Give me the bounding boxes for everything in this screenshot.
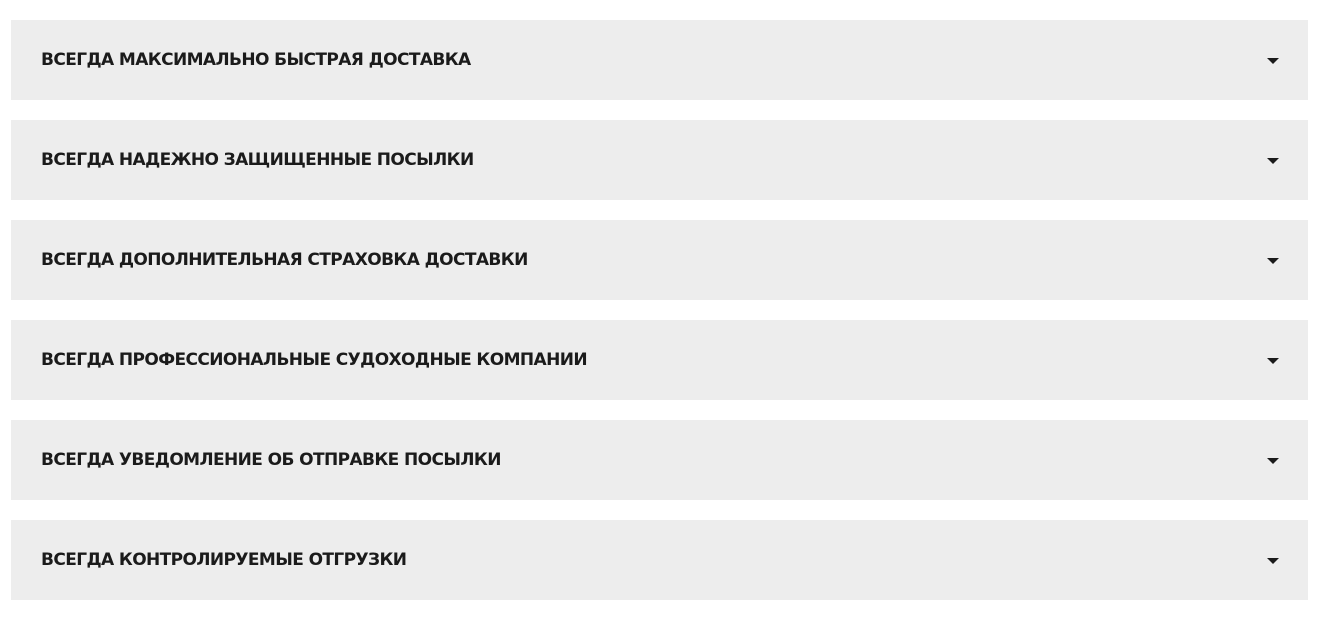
accordion-item-controlled-shipments[interactable]: ВСЕГДА КОНТРОЛИРУЕМЫЕ ОТГРУЗКИ <box>11 520 1308 600</box>
accordion-item-protected-parcels[interactable]: ВСЕГДА НАДЕЖНО ЗАЩИЩЕННЫЕ ПОСЫЛКИ <box>11 120 1308 200</box>
caret-down-icon[interactable] <box>1267 557 1279 564</box>
caret-down-icon[interactable] <box>1267 157 1279 164</box>
accordion-item-title: ВСЕГДА НАДЕЖНО ЗАЩИЩЕННЫЕ ПОСЫЛКИ <box>41 150 474 170</box>
accordion-item-title: ВСЕГДА КОНТРОЛИРУЕМЫЕ ОТГРУЗКИ <box>41 550 407 570</box>
accordion-item-title: ВСЕГДА УВЕДОМЛЕНИЕ ОБ ОТПРАВКЕ ПОСЫЛКИ <box>41 450 501 470</box>
accordion-item-insurance[interactable]: ВСЕГДА ДОПОЛНИТЕЛЬНАЯ СТРАХОВКА ДОСТАВКИ <box>11 220 1308 300</box>
accordion: ВСЕГДА МАКСИМАЛЬНО БЫСТРАЯ ДОСТАВКА ВСЕГ… <box>11 20 1308 620</box>
accordion-item-shipping-companies[interactable]: ВСЕГДА ПРОФЕССИОНАЛЬНЫЕ СУДОХОДНЫЕ КОМПА… <box>11 320 1308 400</box>
caret-down-icon[interactable] <box>1267 457 1279 464</box>
caret-down-icon[interactable] <box>1267 357 1279 364</box>
accordion-item-notification[interactable]: ВСЕГДА УВЕДОМЛЕНИЕ ОБ ОТПРАВКЕ ПОСЫЛКИ <box>11 420 1308 500</box>
accordion-item-title: ВСЕГДА МАКСИМАЛЬНО БЫСТРАЯ ДОСТАВКА <box>41 50 471 70</box>
caret-down-icon[interactable] <box>1267 257 1279 264</box>
accordion-item-fast-delivery[interactable]: ВСЕГДА МАКСИМАЛЬНО БЫСТРАЯ ДОСТАВКА <box>11 20 1308 100</box>
accordion-item-title: ВСЕГДА ДОПОЛНИТЕЛЬНАЯ СТРАХОВКА ДОСТАВКИ <box>41 250 528 270</box>
accordion-item-title: ВСЕГДА ПРОФЕССИОНАЛЬНЫЕ СУДОХОДНЫЕ КОМПА… <box>41 350 588 370</box>
caret-down-icon[interactable] <box>1267 57 1279 64</box>
